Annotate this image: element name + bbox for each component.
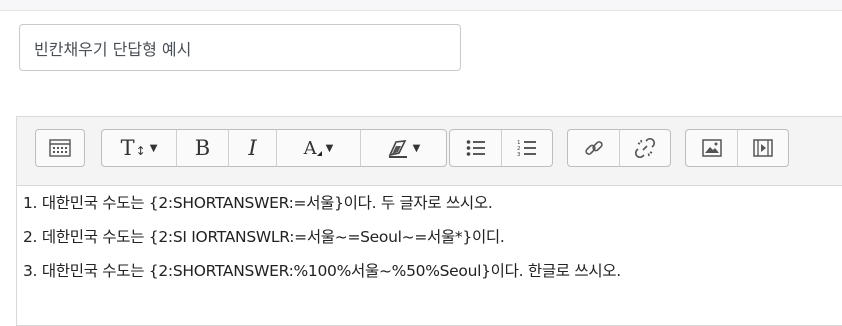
show-more-buttons-button[interactable] xyxy=(36,130,84,166)
color-corner-icon xyxy=(316,150,322,156)
chevron-down-icon: ▼ xyxy=(149,142,158,154)
editor-content[interactable]: 1. 대한민국 수도는 {2:SHORTANSWER:=서울}이다. 두 글자로… xyxy=(17,186,842,288)
chevron-down-icon: ▼ xyxy=(325,142,334,154)
question-text-line: 3. 대한민국 수도는 {2:SHORTANSWER:%100%서울~%50%S… xyxy=(23,262,621,280)
ordered-list-icon: 1 2 3 xyxy=(517,140,536,157)
media-icon xyxy=(753,139,773,157)
unlink-button[interactable] xyxy=(620,130,670,166)
text-editor: T ↕ ▼ B I A ▼ ▼ 1 2 3 1. 대한민국 수도는 {2:SHO… xyxy=(16,116,842,326)
top-strip xyxy=(0,0,842,11)
background-color-button[interactable]: ▼ xyxy=(361,130,446,166)
show-more-buttons-icon xyxy=(49,139,71,157)
link-icon xyxy=(584,141,603,155)
image-icon xyxy=(701,139,722,157)
unordered-list-icon xyxy=(466,140,485,156)
text-color-button[interactable]: A ▼ xyxy=(277,130,361,166)
question-text-line: 2. 데한민국 수도는 {2:SI IORTANSWLR:=서울~=Seoul~… xyxy=(23,228,505,246)
svg-text:3: 3 xyxy=(517,152,521,157)
toolbar-group-media xyxy=(685,129,789,167)
media-button[interactable] xyxy=(738,130,788,166)
bold-button[interactable]: B xyxy=(177,130,229,166)
question-name-input[interactable] xyxy=(19,24,461,71)
unlink-icon xyxy=(635,138,655,158)
toolbar-group-lists: 1 2 3 xyxy=(449,129,553,167)
unordered-list-button[interactable] xyxy=(450,130,502,166)
toolbar-group-style: T ↕ ▼ B I A ▼ ▼ xyxy=(101,129,447,167)
toolbar-group-more xyxy=(35,129,85,167)
toolbar-group-links xyxy=(567,129,671,167)
question-text-line: 1. 대한민국 수도는 {2:SHORTANSWER:=서울}이다. 두 글자로… xyxy=(23,194,493,212)
paragraph-style-icon: T xyxy=(120,136,135,160)
bold-icon: B xyxy=(194,136,211,160)
paragraph-style-subscript-icon: ↕ xyxy=(135,144,146,158)
text-color-icon: A xyxy=(303,137,317,159)
paragraph-style-button[interactable]: T ↕ ▼ xyxy=(102,130,177,166)
ordered-list-button[interactable]: 1 2 3 xyxy=(502,130,552,166)
chevron-down-icon: ▼ xyxy=(412,142,421,154)
link-button[interactable] xyxy=(568,130,620,166)
italic-button[interactable]: I xyxy=(229,130,277,166)
italic-icon: I xyxy=(248,136,257,160)
image-button[interactable] xyxy=(686,130,738,166)
background-color-icon xyxy=(388,140,407,158)
editor-toolbar: T ↕ ▼ B I A ▼ ▼ 1 2 3 xyxy=(17,117,842,186)
